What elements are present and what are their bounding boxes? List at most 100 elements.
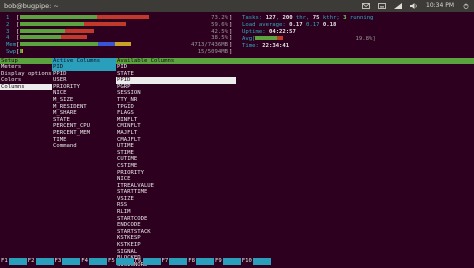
active-column-item[interactable]: Command: [52, 143, 116, 150]
available-column-item[interactable]: NICE: [116, 176, 236, 183]
function-key-label[interactable]: [116, 258, 134, 265]
power-icon[interactable]: [462, 3, 470, 9]
meter-bracket: [: [16, 29, 19, 35]
available-column-item[interactable]: CSTIME: [116, 163, 236, 170]
active-column-item[interactable]: PERCENT_MEM: [52, 130, 116, 137]
function-key-label[interactable]: [253, 258, 271, 265]
function-key-number: F4: [80, 258, 89, 266]
available-column-item[interactable]: STARTCODE: [116, 216, 236, 223]
active-column-item[interactable]: M_SHARE: [52, 110, 116, 117]
meter-bracket: ]: [229, 22, 232, 29]
meter-fill-cache: [115, 42, 132, 46]
available-column-item[interactable]: ITREALVALUE: [116, 183, 236, 190]
available-column-item[interactable]: SESSION: [116, 90, 236, 97]
active-column-item[interactable]: USER: [52, 77, 116, 84]
function-key-label[interactable]: [62, 258, 80, 265]
available-column-item[interactable]: STIME: [116, 150, 236, 157]
available-column-item[interactable]: ENDCODE: [116, 222, 236, 229]
available-column-item[interactable]: PRIORITY: [116, 170, 236, 177]
volume-icon[interactable]: [410, 3, 418, 9]
meter-fill-user: [20, 29, 64, 33]
available-column-item[interactable]: PGRP: [116, 84, 236, 91]
function-key[interactable]: F7: [161, 258, 188, 266]
function-key-label[interactable]: [9, 258, 27, 265]
setup-item[interactable]: Colors: [0, 77, 52, 84]
available-column-item[interactable]: PID: [116, 64, 236, 71]
available-column-item[interactable]: CUTIME: [116, 156, 236, 163]
meter-bar: [20, 42, 196, 46]
function-key[interactable]: F3: [54, 258, 81, 266]
available-columns-list[interactable]: PIDSTATEPPIDPGRPSESSIONTTY_NRTPGIDFLAGSM…: [116, 64, 236, 268]
meter-bracket: [: [16, 15, 19, 21]
active-column-item[interactable]: STATE: [52, 117, 116, 124]
available-column-item[interactable]: STARTSTACK: [116, 229, 236, 236]
available-column-item[interactable]: UTIME: [116, 143, 236, 150]
setup-item[interactable]: Meters: [0, 64, 52, 71]
function-key-label[interactable]: [169, 258, 187, 265]
function-key-label[interactable]: [223, 258, 241, 265]
function-key-number: F3: [54, 258, 63, 266]
clock[interactable]: 10:34 PM: [426, 3, 454, 10]
active-column-item[interactable]: PPID: [52, 71, 116, 78]
function-key[interactable]: F6: [134, 258, 161, 266]
available-column-item[interactable]: CMAJFLT: [116, 137, 236, 144]
available-column-item[interactable]: RSS: [116, 202, 236, 209]
setup-menu[interactable]: MetersDisplay optionsColorsColumns: [0, 64, 52, 90]
meter-bracket: ]: [229, 15, 232, 22]
meter-label: 4: [6, 35, 16, 42]
available-column-item[interactable]: TPGID: [116, 104, 236, 111]
available-column-item[interactable]: STARTTIME: [116, 189, 236, 196]
available-column-item[interactable]: KSTKEIP: [116, 242, 236, 249]
available-column-item[interactable]: FLAGS: [116, 110, 236, 117]
active-column-item[interactable]: PERCENT_CPU: [52, 123, 116, 130]
meter-bar: [20, 22, 196, 26]
window-title: bob@bugpipe: ~: [4, 3, 59, 10]
active-column-item[interactable]: M_RESIDENT: [52, 104, 116, 111]
available-column-item[interactable]: MINFLT: [116, 117, 236, 124]
available-column-item[interactable]: CMINFLT: [116, 123, 236, 130]
available-column-item[interactable]: VSIZE: [116, 196, 236, 203]
function-key-label[interactable]: [36, 258, 54, 265]
available-column-item[interactable]: TTY_NR: [116, 97, 236, 104]
meter-label: Swp: [6, 49, 16, 56]
function-key[interactable]: F9: [214, 258, 241, 266]
meter-fill-user: [20, 22, 83, 26]
envelope-icon[interactable]: [362, 3, 370, 9]
function-key[interactable]: F1: [0, 258, 27, 266]
meter-fill-system: [65, 29, 95, 33]
function-key-number: F10: [241, 258, 253, 266]
meter-bar: [20, 35, 196, 39]
available-column-item[interactable]: PPID: [116, 77, 236, 84]
function-key-label[interactable]: [89, 258, 107, 265]
terminal-area[interactable]: 1[73.2%]2[59.6%]3[42.5%]4[38.5%]Mem[4713…: [0, 12, 474, 266]
function-key[interactable]: F10: [241, 258, 271, 266]
meter-label: 3: [6, 29, 16, 36]
meter-value: 42.5%: [176, 29, 228, 36]
active-column-item[interactable]: NICE: [52, 90, 116, 97]
setup-item[interactable]: Display options: [0, 71, 52, 78]
setup-item[interactable]: Columns: [0, 84, 52, 91]
function-key[interactable]: F2: [27, 258, 54, 266]
active-column-item[interactable]: M_SIZE: [52, 97, 116, 104]
available-column-item[interactable]: SIGNAL: [116, 249, 236, 256]
meter-fill-system: [97, 15, 148, 19]
available-column-item[interactable]: MAJFLT: [116, 130, 236, 137]
available-column-item[interactable]: KSTKESP: [116, 235, 236, 242]
function-key[interactable]: F5: [107, 258, 134, 266]
meter-fill-user: [20, 15, 97, 19]
meter-label: 2: [6, 22, 16, 29]
function-key[interactable]: F4: [80, 258, 107, 266]
keyboard-icon[interactable]: [378, 3, 386, 9]
function-key[interactable]: F8: [187, 258, 214, 266]
available-column-item[interactable]: STATE: [116, 71, 236, 78]
function-key-label[interactable]: [196, 258, 214, 265]
available-column-item[interactable]: RLIM: [116, 209, 236, 216]
network-icon[interactable]: [394, 3, 402, 9]
active-column-item[interactable]: PRIORITY: [52, 84, 116, 91]
meter-bar: [20, 49, 196, 53]
active-column-item[interactable]: TIME: [52, 137, 116, 144]
function-key-label[interactable]: [143, 258, 161, 265]
active-columns-list[interactable]: PIDPPIDUSERPRIORITYNICEM_SIZEM_RESIDENTM…: [52, 64, 116, 150]
active-column-item[interactable]: PID: [52, 64, 116, 71]
function-key-bar: F1F2F3 F4 F5F6F7F8F9F10: [0, 258, 474, 266]
